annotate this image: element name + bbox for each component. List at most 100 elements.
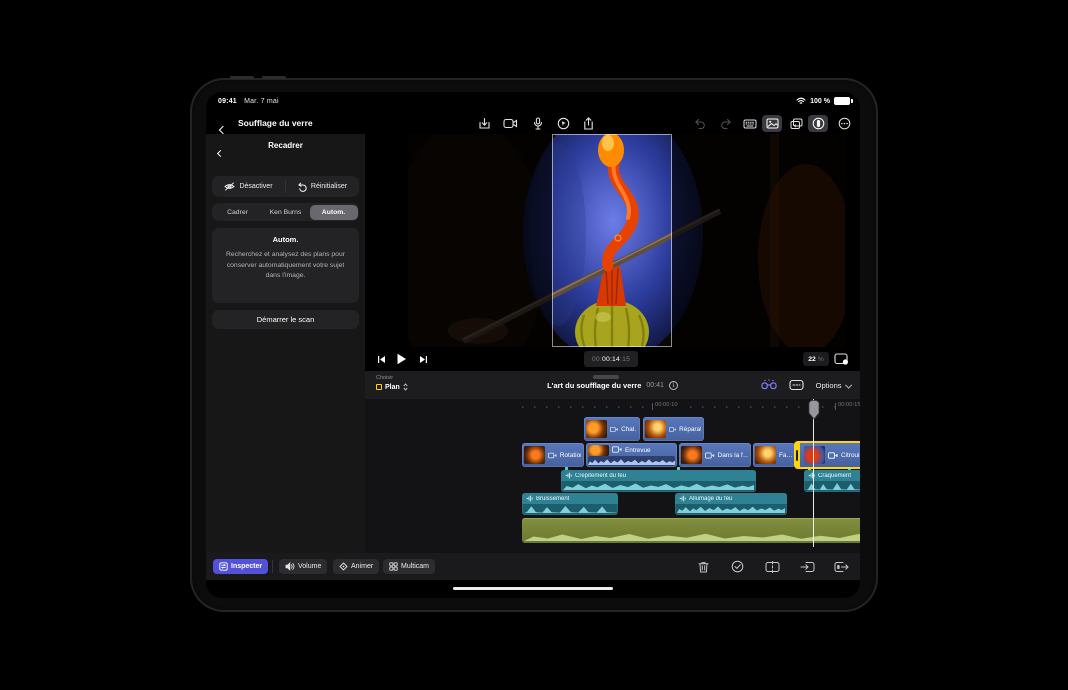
zoom-unit: % <box>818 356 824 363</box>
browser-button[interactable] <box>762 115 782 132</box>
clip-reparation[interactable]: Réparati… <box>643 417 704 441</box>
ipad-frame: 09:41 Mar. 7 mai 100 % Soufflage du verr… <box>190 78 878 612</box>
split-clip-button[interactable] <box>764 558 781 575</box>
inspector-panel: Recadrer Désactiver Réinitialiser Cadrer <box>206 134 365 553</box>
timecode-main: 00:14 <box>602 356 620 363</box>
screen: 09:41 Mar. 7 mai 100 % Soufflage du verr… <box>206 92 860 598</box>
crop-mode-tabs: Cadrer Ken Burns Autom. <box>212 203 359 221</box>
delete-button[interactable] <box>695 558 712 575</box>
audio-icon <box>565 472 572 479</box>
status-time: 09:41 <box>218 98 237 105</box>
clip-entrevue[interactable]: Entrevue <box>586 443 677 467</box>
clip-crepitement[interactable]: Crépitement du feu <box>561 470 756 492</box>
clip-thumbnail <box>588 445 609 456</box>
overwrite-button[interactable] <box>799 558 816 575</box>
back-icon <box>219 126 227 134</box>
divider <box>272 560 273 573</box>
clip-bruissement[interactable]: Bruissement <box>522 493 618 515</box>
clip-thumbnail <box>524 446 545 464</box>
clip-allumage[interactable]: Allumage du feu <box>675 493 787 515</box>
animate-label: Animer <box>351 563 373 570</box>
chevron-down-icon <box>845 382 851 388</box>
tab-cadrer[interactable]: Cadrer <box>214 205 262 220</box>
home-indicator[interactable] <box>453 587 613 591</box>
zoom-level[interactable]: 22 % <box>803 352 829 366</box>
volume-label: Volume <box>298 563 321 570</box>
animate-button[interactable]: Animer <box>333 559 379 574</box>
keyframe-icon <box>339 562 348 571</box>
status-date: Mar. 7 mai <box>244 98 279 105</box>
project-title: Soufflage du verre <box>238 118 313 128</box>
pointer-button[interactable] <box>553 115 573 132</box>
autom-description: Recherchez et analysez des plans pour co… <box>221 250 350 282</box>
timeline-project-title: L'art du soufflage du verre <box>547 381 641 390</box>
undo-button[interactable] <box>690 115 710 132</box>
keyboard-button[interactable] <box>740 115 760 132</box>
prev-frame-button[interactable] <box>373 352 389 366</box>
viewer-display-button[interactable] <box>833 352 849 366</box>
more-button[interactable] <box>834 115 854 132</box>
tab-autom[interactable]: Autom. <box>310 205 358 220</box>
timecode-display[interactable]: 00:00:14:15 <box>584 351 638 367</box>
clip-fa[interactable]: Fa… <box>753 443 795 467</box>
multicam-label: Multicam <box>401 563 429 570</box>
film-icon <box>610 426 618 433</box>
status-bar: 09:41 Mar. 7 mai 100 % <box>206 92 860 112</box>
play-button[interactable] <box>393 352 409 366</box>
speaker-icon <box>285 562 295 571</box>
camera-button[interactable] <box>500 115 520 132</box>
append-button[interactable] <box>833 558 850 575</box>
volume-button[interactable]: Volume <box>279 559 327 574</box>
start-scan-button[interactable]: Démarrer le scan <box>212 310 359 329</box>
reset-label: Réinitialiser <box>311 183 347 190</box>
clip-dans-la-forge[interactable]: Dans la f… <box>679 443 751 467</box>
clip-citrouille-selected[interactable]: Citrouille <box>796 443 860 467</box>
inspect-button[interactable]: Inspecter <box>213 559 268 574</box>
reset-button[interactable]: Réinitialiser <box>286 176 359 197</box>
panel-title: Recadrer <box>206 141 365 150</box>
split-clip-icon <box>765 561 780 573</box>
info-icon[interactable]: i <box>669 381 678 390</box>
import-button[interactable] <box>474 115 494 132</box>
eye-off-icon <box>224 182 235 191</box>
playhead-handle[interactable] <box>807 400 821 420</box>
clip-label: Chal… <box>621 426 637 433</box>
clip-label: Réparati… <box>679 426 701 433</box>
effects-button[interactable] <box>786 115 806 132</box>
jog-button[interactable] <box>808 115 828 132</box>
options-button[interactable]: Options <box>816 381 850 390</box>
mic-button[interactable] <box>528 115 548 132</box>
viewer-display-icon <box>834 353 849 365</box>
timecode-hours: 00: <box>592 356 602 363</box>
next-frame-button[interactable] <box>415 352 431 366</box>
disable-button[interactable]: Désactiver <box>212 176 285 197</box>
clip-label: Rotation <box>560 452 581 459</box>
clip-music[interactable] <box>522 518 860 543</box>
tab-ken-burns[interactable]: Ken Burns <box>262 205 310 220</box>
clip-thumbnail <box>681 446 702 464</box>
redo-button[interactable] <box>716 115 736 132</box>
inspect-label: Inspecter <box>231 563 262 570</box>
check-icon <box>731 560 744 573</box>
magic-tools-button[interactable] <box>761 379 777 391</box>
ruler-label: 00:00:15 <box>836 402 860 408</box>
clip-label: Dans la f… <box>718 452 748 459</box>
clip-label: Citrouille <box>841 452 860 459</box>
share-button[interactable] <box>578 115 598 132</box>
multicam-button[interactable]: Multicam <box>383 559 435 574</box>
disable-label: Désactiver <box>239 183 272 190</box>
clip-rotation[interactable]: Rotation <box>522 443 584 467</box>
options-label: Options <box>816 381 842 390</box>
back-icon <box>217 150 224 157</box>
trim-handle-left[interactable] <box>794 441 800 469</box>
playhead[interactable] <box>813 399 814 547</box>
battery-icon <box>834 97 850 105</box>
clip-chalumeau[interactable]: Chal… <box>584 417 640 441</box>
clip-label: Bruissement <box>536 496 569 502</box>
overview-button[interactable] <box>789 379 804 391</box>
inspector-icon <box>219 562 228 571</box>
approve-button[interactable] <box>729 558 746 575</box>
timeline-ruler[interactable]: 00:00:10 00:00:15 <box>365 399 860 415</box>
clip-thumbnail <box>586 420 607 438</box>
bottom-toolbar: Inspecter Volume Animer Multicam <box>206 553 860 580</box>
